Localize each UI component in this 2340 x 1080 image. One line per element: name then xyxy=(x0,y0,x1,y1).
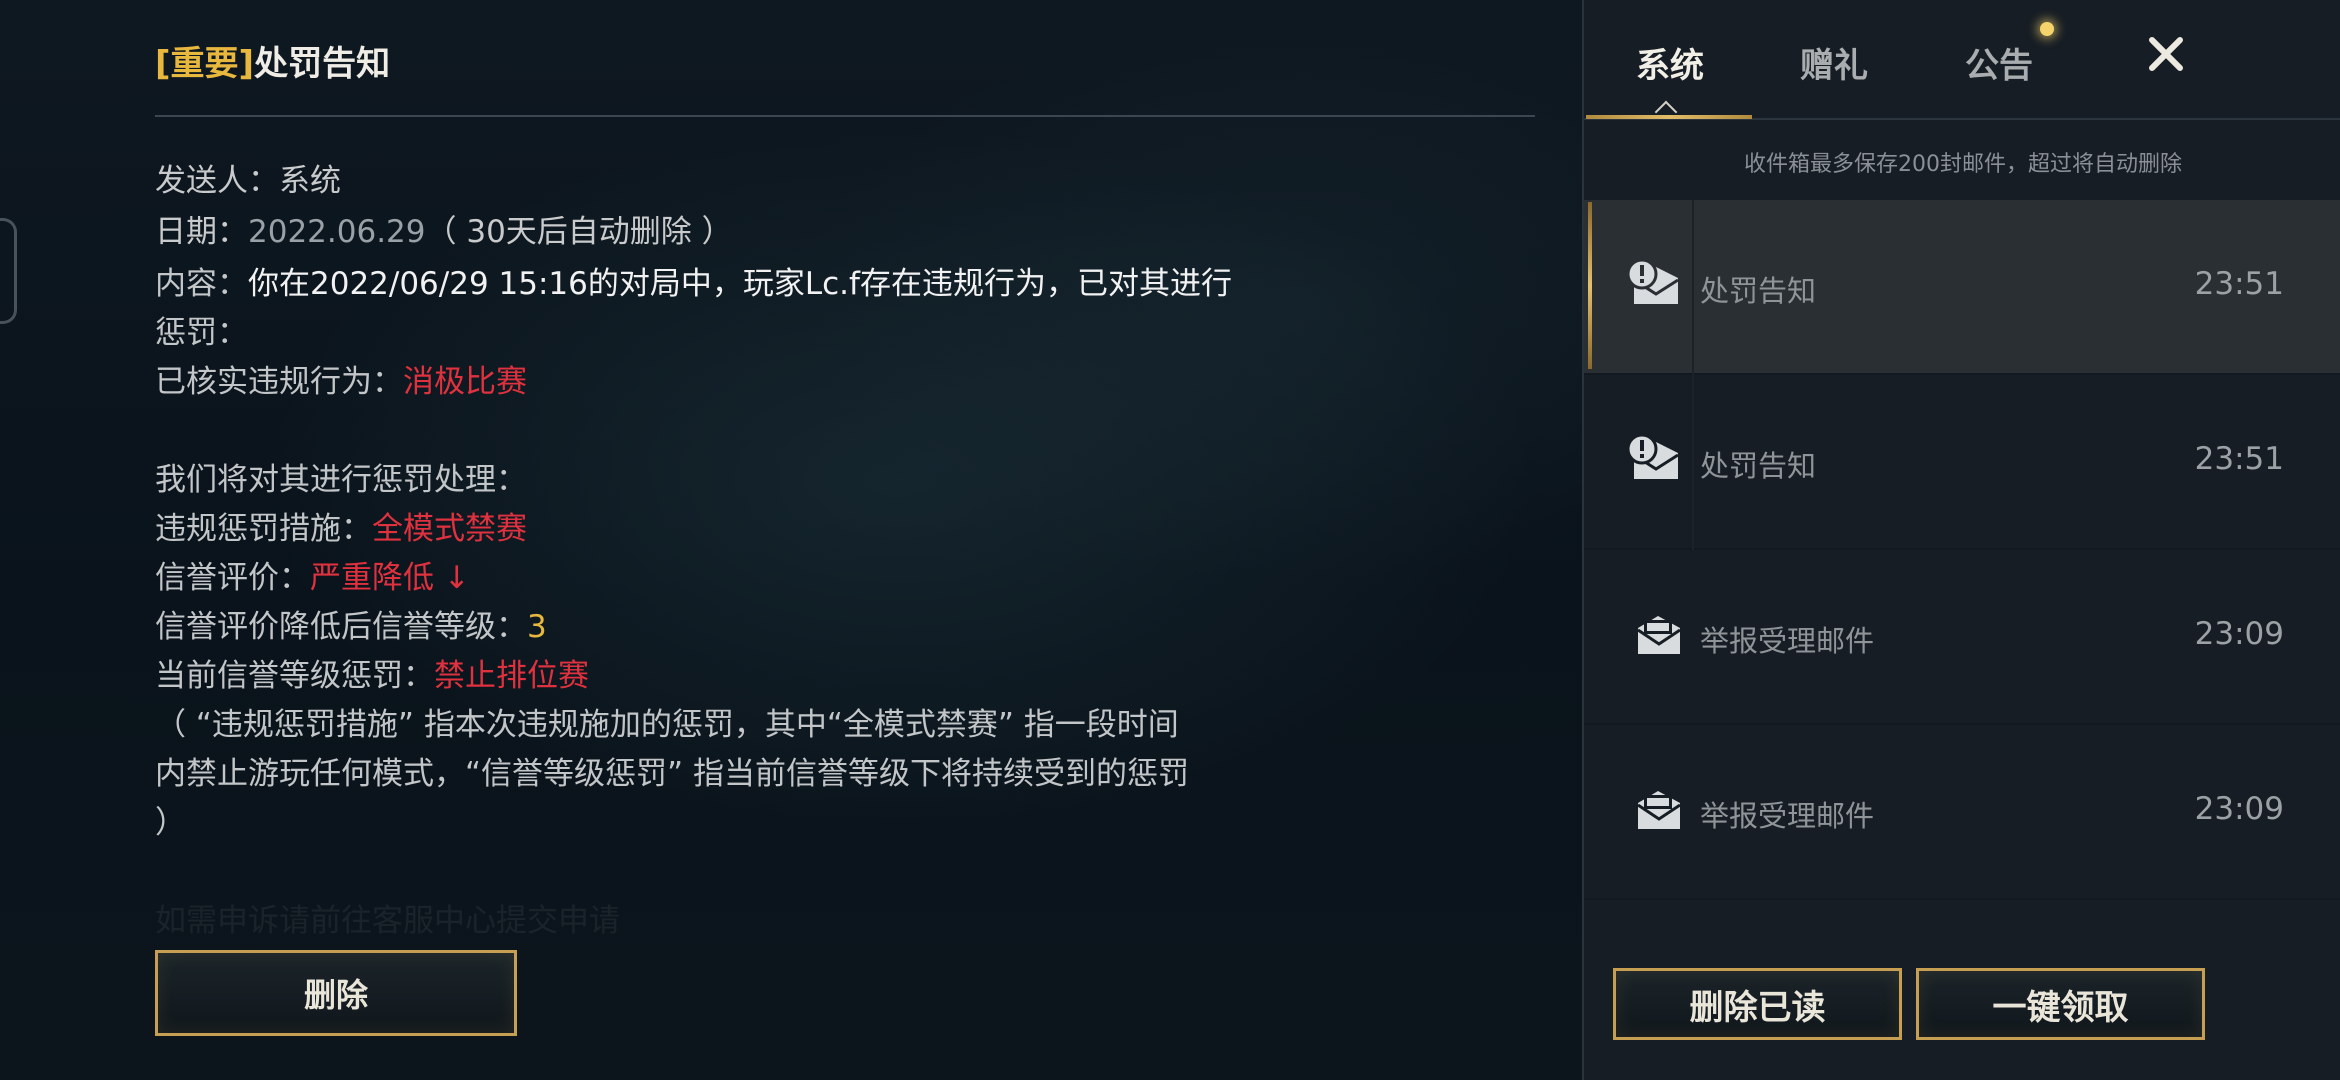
claim-all-button[interactable]: 一键领取 xyxy=(1916,968,2205,1040)
intro-line: 我们将对其进行惩罚处理： xyxy=(155,462,527,498)
mail-list: 处罚告知 23:51 处罚告知 23:51 举报受理邮件 23:09 举报受理邮… xyxy=(1584,200,2340,900)
mail-icon xyxy=(1637,616,1681,654)
important-mail-icon xyxy=(1626,258,1679,304)
content-line: 内容：你在2022/06/29 15:16的对局中，玩家Lc.f存在违规行为，已… xyxy=(155,260,1235,309)
current-penalty-line: 当前信誉等级惩罚：禁止排位赛 xyxy=(155,652,1235,701)
item-divider xyxy=(1692,200,1694,375)
selected-indicator xyxy=(1588,202,1592,369)
tab-gifts[interactable]: 赠礼 xyxy=(1800,38,1868,87)
explain-line-2: 内禁止游玩任何模式，“信誉等级惩罚” 指当前信誉等级下将持续受到的惩罚 xyxy=(155,756,1189,792)
mail-list-panel: 系统 赠礼 公告 收件箱最多保存200封邮件，超过将自动删除 处罚告知 23:5… xyxy=(1582,0,2340,1080)
date-note: （ 30天后自动删除 ） xyxy=(425,214,733,250)
important-mail-icon xyxy=(1626,433,1679,479)
mail-detail-title: [重要]处罚告知 xyxy=(155,36,390,85)
mail-detail-panel: [重要]处罚告知 发送人：系统 日期：2022.06.29（ 30天后自动删除 … xyxy=(155,0,1535,1080)
date-label: 日期： xyxy=(155,214,248,250)
item-divider xyxy=(1692,375,1694,550)
inbox-capacity-note: 收件箱最多保存200封邮件，超过将自动删除 xyxy=(1744,152,2182,177)
side-code-label: 14903169 xyxy=(0,505,2,578)
verified-line: 已核实违规行为：消极比赛 xyxy=(155,358,1235,407)
delete-button[interactable]: 删除 xyxy=(155,950,517,1036)
measure-label: 违规惩罚措施： xyxy=(155,511,372,547)
explain-line-3: ） xyxy=(155,805,186,841)
date-value: 2022.06.29 xyxy=(248,214,426,250)
level-value: 3 xyxy=(527,609,547,645)
mail-body: 内容：你在2022/06/29 15:16的对局中，玩家Lc.f存在违规行为，已… xyxy=(155,260,1235,848)
mail-time: 23:09 xyxy=(2194,616,2284,652)
close-icon[interactable] xyxy=(2144,32,2188,76)
credit-label: 信誉评价： xyxy=(155,560,310,596)
faded-scroll-text: 如需申诉请前往客服中心提交申请 xyxy=(155,903,620,939)
mail-list-item[interactable]: 举报受理邮件 23:09 xyxy=(1584,550,2340,725)
content-text-1: 你在2022/06/29 15:16的对局中，玩家Lc.f存在违规行为，已对其进… xyxy=(248,266,1232,302)
measure-value: 全模式禁赛 xyxy=(372,511,527,547)
verified-value: 消极比赛 xyxy=(403,364,527,400)
current-penalty-value: 禁止排位赛 xyxy=(434,658,589,694)
date-line: 日期：2022.06.29（ 30天后自动删除 ） xyxy=(155,206,733,251)
level-line: 信誉评价降低后信誉等级：3 xyxy=(155,603,1235,652)
sender-label: 发送人： xyxy=(155,163,279,199)
mail-title: 处罚告知 xyxy=(1700,449,1817,483)
verified-label: 已核实违规行为： xyxy=(155,364,403,400)
measure-line: 违规惩罚措施：全模式禁赛 xyxy=(155,505,1235,554)
mail-detail-title-text: 处罚告知 xyxy=(254,44,391,84)
sender-line: 发送人：系统 xyxy=(155,155,341,200)
mail-time: 23:51 xyxy=(2194,266,2284,302)
mail-title: 举报受理邮件 xyxy=(1700,624,1875,658)
mail-time: 23:51 xyxy=(2194,441,2284,477)
current-penalty-label: 当前信誉等级惩罚： xyxy=(155,658,434,694)
credit-line: 信誉评价：严重降低 ↓ xyxy=(155,554,1235,603)
announcement-notification-dot xyxy=(2040,22,2054,36)
mail-title: 举报受理邮件 xyxy=(1700,799,1875,833)
mail-screen: 14903169 [重要]处罚告知 发送人：系统 日期：2022.06.29（ … xyxy=(0,0,2340,1080)
mail-list-item[interactable]: 举报受理邮件 23:09 xyxy=(1584,725,2340,900)
delete-read-button[interactable]: 删除已读 xyxy=(1613,968,1902,1040)
title-divider xyxy=(155,115,1535,117)
side-hex-decoration xyxy=(0,218,17,324)
tab-announcements[interactable]: 公告 xyxy=(1965,38,2033,87)
mail-title: 处罚告知 xyxy=(1700,274,1817,308)
content-line-2: 惩罚： xyxy=(155,315,248,351)
tab-system[interactable]: 系统 xyxy=(1636,38,1704,87)
mail-list-item[interactable]: 处罚告知 23:51 xyxy=(1584,375,2340,550)
mail-icon xyxy=(1637,791,1681,829)
level-label: 信誉评价降低后信誉等级： xyxy=(155,609,527,645)
sender-value: 系统 xyxy=(279,163,341,199)
mail-time: 23:09 xyxy=(2194,791,2284,827)
mail-list-item[interactable]: 处罚告知 23:51 xyxy=(1584,200,2340,375)
important-tag: [重要] xyxy=(155,44,255,84)
mail-tabs: 系统 赠礼 公告 xyxy=(1584,0,2340,124)
explain-line-1: （ “违规惩罚措施” 指本次违规施加的惩罚，其中“全模式禁赛” 指一段时间 xyxy=(155,707,1179,743)
content-label: 内容： xyxy=(155,266,248,302)
credit-value: 严重降低 ↓ xyxy=(310,560,470,596)
